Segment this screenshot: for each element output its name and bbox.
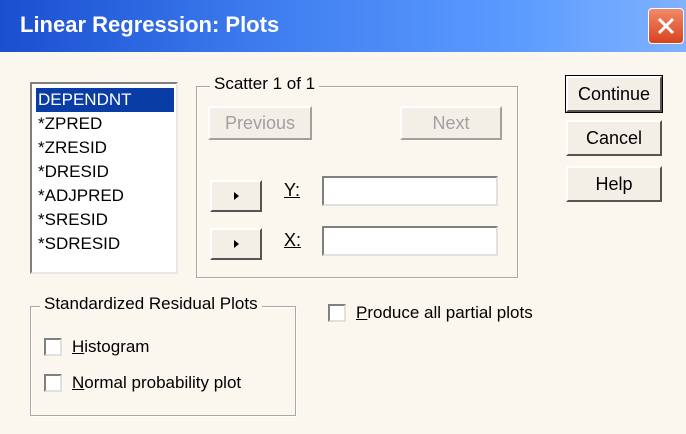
- histogram-label-text: istogram: [84, 337, 150, 356]
- partial-plots-label: Produce all partial plots: [356, 303, 533, 323]
- list-item[interactable]: DEPENDNT: [36, 88, 174, 112]
- y-axis-label: Y:: [284, 180, 301, 200]
- histogram-mnemonic: H: [72, 337, 85, 356]
- title-bar: Linear Regression: Plots: [0, 0, 686, 52]
- list-item[interactable]: *SRESID: [36, 208, 176, 232]
- list-item[interactable]: *ADJPRED: [36, 184, 176, 208]
- move-to-y-button[interactable]: [210, 180, 262, 212]
- histogram-checkbox[interactable]: [44, 338, 62, 356]
- list-item[interactable]: *ZPRED: [36, 112, 176, 136]
- normal-probability-label-text: ormal probability plot: [84, 373, 242, 392]
- list-item[interactable]: *DRESID: [36, 160, 176, 184]
- close-button[interactable]: [648, 8, 684, 44]
- residual-plots-group-label: Standardized Residual Plots: [40, 294, 262, 314]
- scatter-group-label: Scatter 1 of 1: [210, 74, 320, 94]
- move-to-x-button[interactable]: [210, 228, 262, 260]
- cancel-button[interactable]: Cancel: [566, 120, 662, 156]
- partial-plots-mnemonic: P: [356, 303, 368, 322]
- previous-button[interactable]: Previous: [208, 106, 312, 140]
- next-button[interactable]: Next: [400, 106, 502, 140]
- variable-list[interactable]: DEPENDNT *ZPRED *ZRESID *DRESID *ADJPRED…: [30, 82, 178, 274]
- normal-probability-label: Normal probability plot: [72, 373, 241, 393]
- y-axis-field[interactable]: [322, 176, 498, 206]
- close-icon: [657, 17, 675, 35]
- normal-probability-mnemonic: N: [72, 373, 85, 392]
- right-arrow-icon: [234, 240, 239, 248]
- normal-probability-checkbox[interactable]: [44, 374, 62, 392]
- x-axis-field[interactable]: [322, 226, 498, 256]
- residual-plots-group: [30, 306, 296, 416]
- continue-button[interactable]: Continue: [565, 75, 663, 113]
- x-axis-label: X:: [284, 230, 302, 250]
- help-button[interactable]: Help: [566, 166, 662, 202]
- list-item[interactable]: *ZRESID: [36, 136, 176, 160]
- partial-plots-checkbox[interactable]: [328, 304, 346, 322]
- list-item[interactable]: *SDRESID: [36, 232, 176, 256]
- regression-plots-dialog: Linear Regression: Plots DEPENDNT *ZPRED…: [0, 0, 686, 434]
- window-title: Linear Regression: Plots: [20, 12, 280, 37]
- partial-plots-label-text: roduce all partial plots: [367, 303, 533, 322]
- histogram-label: Histogram: [72, 337, 149, 357]
- right-arrow-icon: [234, 192, 239, 200]
